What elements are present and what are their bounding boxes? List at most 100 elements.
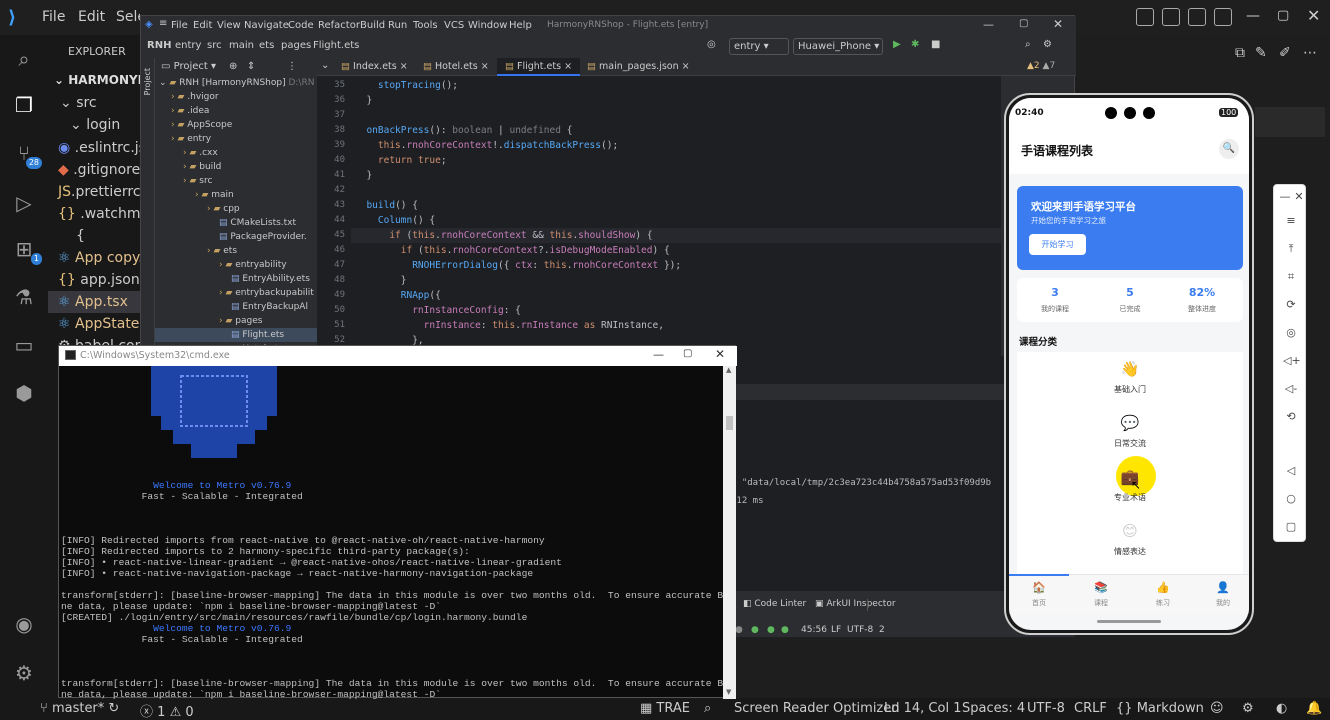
sidebar-item-src[interactable]: ⌄ src bbox=[48, 92, 140, 114]
source-control-icon[interactable]: ⑂ 28 bbox=[12, 141, 42, 169]
more-actions-icon[interactable]: ⋯ bbox=[1303, 45, 1317, 61]
nav-practice[interactable]: 👍 练习 bbox=[1143, 575, 1183, 613]
ide-menu-vcs[interactable]: VCS bbox=[444, 20, 464, 31]
language-status[interactable]: {} Markdown bbox=[1116, 701, 1204, 716]
remote-explorer-icon[interactable]: ▭ bbox=[12, 333, 36, 357]
tree-node[interactable]: › ▰ entry bbox=[155, 132, 317, 146]
emu-back-icon[interactable]: ◁ bbox=[1283, 463, 1299, 479]
account-status-icon[interactable]: ◐ bbox=[1276, 701, 1287, 716]
category-basic[interactable]: 👋 基础入门 bbox=[1097, 360, 1163, 402]
tree-node[interactable]: › ▰ pages bbox=[155, 314, 317, 328]
tree-node[interactable]: › ▰ cpp bbox=[155, 202, 317, 216]
scroll-up-icon[interactable]: ▲ bbox=[726, 366, 731, 374]
vs-menu-selection[interactable]: Selection bbox=[116, 9, 140, 25]
tree-node[interactable]: › ▰ build bbox=[155, 160, 317, 174]
sidebar-item-app-json[interactable]: {} app.json bbox=[48, 269, 140, 291]
cmd-maximize-icon[interactable]: ▢ bbox=[683, 348, 692, 359]
sidebar-item-appstate[interactable]: ⚛ AppStateEx bbox=[48, 313, 140, 335]
split-editor-icon[interactable]: ⧉ bbox=[1235, 45, 1245, 61]
run-icon[interactable]: ▶ bbox=[893, 39, 901, 50]
tab-flight[interactable]: ▤ Flight.ets × bbox=[497, 58, 581, 76]
ide-search-icon[interactable]: ⌕ bbox=[1025, 39, 1031, 50]
tree-node[interactable]: ▤ Flight.ets bbox=[155, 328, 317, 342]
close-icon[interactable]: ✕ bbox=[1307, 6, 1320, 25]
category-emotion[interactable]: 😊 情感表达 bbox=[1097, 522, 1163, 564]
ide-menu-view[interactable]: View bbox=[217, 20, 241, 31]
start-learning-button[interactable]: 开始学习 bbox=[1029, 234, 1086, 255]
emu-volume-down-icon[interactable]: ◁- bbox=[1283, 381, 1299, 397]
emu-close-icon[interactable]: ✕ bbox=[1291, 189, 1307, 205]
zoom-icon[interactable]: ⌕ bbox=[704, 701, 711, 716]
breadcrumb-src[interactable]: src bbox=[207, 40, 222, 51]
emu-rotate-icon[interactable]: ⟳ bbox=[1283, 297, 1299, 313]
tree-node[interactable]: › ▰ entryability bbox=[155, 258, 317, 272]
emu-pin-icon[interactable]: ⤒ bbox=[1283, 241, 1299, 257]
ide-menu-window[interactable]: Window bbox=[468, 20, 507, 31]
device-select[interactable]: Huawei_Phone ▾ bbox=[793, 38, 883, 55]
screen-reader-status[interactable]: Screen Reader Optimized bbox=[734, 701, 900, 716]
project-tool-tab[interactable]: Project bbox=[143, 68, 152, 95]
problems-indicator[interactable]: ⓧ 1 ⚠ 0 bbox=[140, 701, 194, 720]
ide-maximize-icon[interactable]: ▢ bbox=[1019, 18, 1028, 29]
tree-node[interactable]: › ▰ .hvigor bbox=[155, 90, 317, 104]
category-professional[interactable]: 💼 专业术语 ↖ bbox=[1097, 456, 1163, 510]
tree-root[interactable]: ⌄ ▰ RNH [HarmonyRNShop] D:\RN bbox=[155, 76, 317, 90]
breadcrumb-ets[interactable]: ets bbox=[259, 40, 274, 51]
sidebar-item-watchman[interactable]: {} .watchman bbox=[48, 203, 140, 225]
sidebar-item-brace[interactable]: { bbox=[48, 225, 140, 247]
ide-menu-tools[interactable]: Tools bbox=[413, 20, 438, 31]
ide-encoding[interactable]: UTF-8 bbox=[847, 625, 873, 635]
ide-menu-file[interactable]: File bbox=[171, 20, 188, 31]
account-icon[interactable]: ◉ bbox=[12, 612, 36, 636]
explorer-root[interactable]: ⌄ HARMONYRN bbox=[54, 73, 140, 87]
tree-node[interactable]: ▤ CMakeLists.txt bbox=[155, 216, 317, 230]
vs-menu-edit[interactable]: Edit bbox=[78, 9, 105, 25]
ide-settings-icon[interactable]: ⚙ bbox=[1043, 39, 1052, 50]
encoding-status[interactable]: UTF-8 bbox=[1027, 701, 1065, 716]
layout-panel-icon[interactable] bbox=[1162, 8, 1180, 26]
tree-node[interactable]: ▤ EntryBackupAl bbox=[155, 300, 317, 314]
open-preview-icon[interactable]: ✎ bbox=[1255, 45, 1267, 61]
collapse-icon[interactable]: ⇕ bbox=[247, 61, 255, 72]
eol-status[interactable]: CRLF bbox=[1074, 701, 1107, 716]
nav-home[interactable]: 🏠 首页 bbox=[1019, 575, 1059, 613]
target-icon[interactable]: ◎ bbox=[707, 39, 716, 50]
scroll-thumb[interactable] bbox=[726, 416, 733, 430]
emu-menu-icon[interactable]: ≡ bbox=[1283, 213, 1299, 229]
tab-hotel[interactable]: ▤ Hotel.ets × bbox=[415, 58, 497, 76]
tree-node[interactable]: › ▰ main bbox=[155, 188, 317, 202]
search-icon[interactable]: 🔍 bbox=[1219, 139, 1239, 159]
nav-courses[interactable]: 📚 课程 bbox=[1081, 575, 1121, 613]
sidebar-item-app-tsx[interactable]: ⚛ App.tsx bbox=[48, 291, 140, 313]
ide-menu-refactor[interactable]: Refactor bbox=[318, 20, 360, 31]
cmd-close-icon[interactable]: ✕ bbox=[715, 347, 725, 361]
stop-icon[interactable]: ■ bbox=[931, 39, 940, 50]
ide-eol[interactable]: LF bbox=[831, 625, 841, 635]
tree-node[interactable]: › ▰ src bbox=[155, 174, 317, 188]
edit-icon[interactable]: ✐ bbox=[1279, 45, 1291, 61]
locate-icon[interactable]: ⊕ bbox=[229, 61, 237, 72]
extension-hex-icon[interactable]: ⬢ bbox=[12, 381, 36, 405]
panel-options-icon[interactable]: ⋮ bbox=[287, 61, 297, 72]
sidebar-item-login[interactable]: ⌄ login bbox=[48, 114, 140, 136]
minimize-icon[interactable]: — bbox=[1246, 8, 1260, 24]
sidebar-item-app-copy[interactable]: ⚛ App copy.t bbox=[48, 247, 140, 269]
explorer-icon[interactable]: ❐ bbox=[12, 93, 36, 117]
emu-fold-icon[interactable]: ⟲ bbox=[1283, 409, 1299, 425]
ide-hamburger-icon[interactable]: ≡ bbox=[159, 18, 167, 29]
category-daily[interactable]: 💬 日常交流 bbox=[1097, 414, 1163, 456]
tree-node[interactable]: › ▰ AppScope bbox=[155, 118, 317, 132]
search-icon[interactable]: ⌕ bbox=[12, 47, 36, 71]
cursor-position[interactable]: Ln 14, Col 1 bbox=[884, 701, 961, 716]
maximize-icon[interactable]: ▢ bbox=[1277, 8, 1289, 23]
cmd-output[interactable]: Welcome to Metro v0.76.9 Fast - Scalable… bbox=[59, 366, 723, 699]
tree-node[interactable]: › ▰ .cxx bbox=[155, 146, 317, 160]
ide-menu-navigate[interactable]: Navigate bbox=[244, 20, 289, 31]
tree-node[interactable]: ▤ EntryAbility.ets bbox=[155, 272, 317, 286]
inspection-widget[interactable]: ▲2 ▲7 bbox=[1027, 61, 1055, 71]
ide-indent[interactable]: 2 bbox=[879, 625, 885, 635]
cmd-scrollbar[interactable]: ▲ ▼ bbox=[723, 366, 736, 699]
code-linter-tab[interactable]: ◧ Code Linter bbox=[743, 599, 806, 609]
project-view-label[interactable]: ▭ Project ▾ bbox=[161, 61, 216, 72]
indentation-status[interactable]: Spaces: 4 bbox=[962, 701, 1025, 716]
